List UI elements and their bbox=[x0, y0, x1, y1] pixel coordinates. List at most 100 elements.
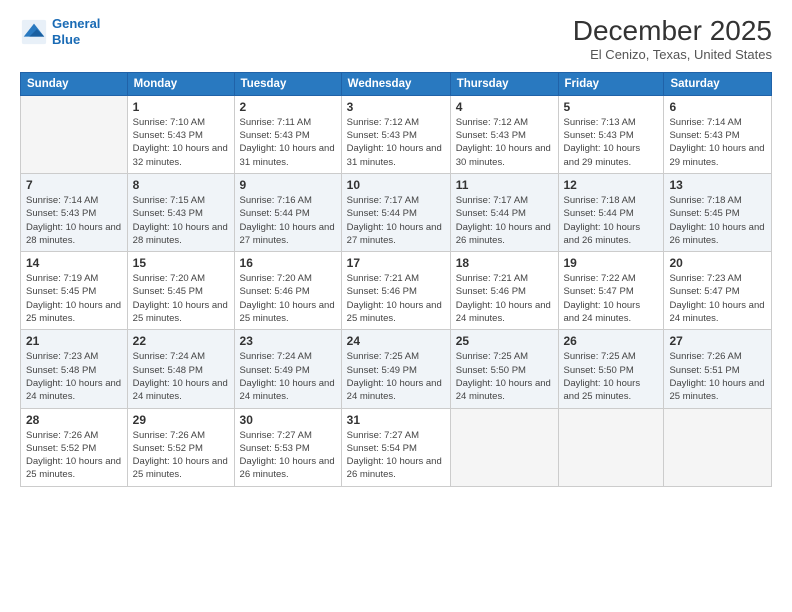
col-header-monday: Monday bbox=[127, 72, 234, 95]
day-info: Sunrise: 7:26 AMSunset: 5:52 PMDaylight:… bbox=[26, 429, 122, 482]
day-number: 25 bbox=[456, 334, 553, 348]
day-number: 1 bbox=[133, 100, 229, 114]
logo-blue-word: Blue bbox=[52, 32, 80, 47]
col-header-friday: Friday bbox=[558, 72, 664, 95]
day-info: Sunrise: 7:15 AMSunset: 5:43 PMDaylight:… bbox=[133, 194, 229, 247]
calendar-cell: 19 Sunrise: 7:22 AMSunset: 5:47 PMDayligh… bbox=[558, 252, 664, 330]
day-number: 7 bbox=[26, 178, 122, 192]
calendar-cell: 22 Sunrise: 7:24 AMSunset: 5:48 PMDayligh… bbox=[127, 330, 234, 408]
header: General Blue December 2025 El Cenizo, Te… bbox=[20, 16, 772, 62]
day-number: 3 bbox=[347, 100, 445, 114]
day-info: Sunrise: 7:22 AMSunset: 5:47 PMDaylight:… bbox=[564, 272, 659, 325]
page: General Blue December 2025 El Cenizo, Te… bbox=[0, 0, 792, 612]
calendar-week-row: 7 Sunrise: 7:14 AMSunset: 5:43 PMDaylight… bbox=[21, 173, 772, 251]
day-number: 5 bbox=[564, 100, 659, 114]
calendar-cell: 28Sunrise: 7:26 AMSunset: 5:52 PMDayligh… bbox=[21, 408, 128, 486]
calendar-week-row: 28Sunrise: 7:26 AMSunset: 5:52 PMDayligh… bbox=[21, 408, 772, 486]
day-number: 19 bbox=[564, 256, 659, 270]
calendar-cell: 8 Sunrise: 7:15 AMSunset: 5:43 PMDaylight… bbox=[127, 173, 234, 251]
day-info: Sunrise: 7:26 AMSunset: 5:52 PMDaylight:… bbox=[133, 429, 229, 482]
day-number: 10 bbox=[347, 178, 445, 192]
day-info: Sunrise: 7:11 AMSunset: 5:43 PMDaylight:… bbox=[240, 116, 336, 169]
day-info: Sunrise: 7:24 AMSunset: 5:49 PMDaylight:… bbox=[240, 350, 336, 403]
col-header-tuesday: Tuesday bbox=[234, 72, 341, 95]
calendar-header-row: SundayMondayTuesdayWednesdayThursdayFrid… bbox=[21, 72, 772, 95]
location-subtitle: El Cenizo, Texas, United States bbox=[573, 47, 772, 62]
day-info: Sunrise: 7:23 AMSunset: 5:47 PMDaylight:… bbox=[669, 272, 766, 325]
day-number: 21 bbox=[26, 334, 122, 348]
day-info: Sunrise: 7:14 AMSunset: 5:43 PMDaylight:… bbox=[669, 116, 766, 169]
day-number: 24 bbox=[347, 334, 445, 348]
day-number: 16 bbox=[240, 256, 336, 270]
calendar-cell: 10Sunrise: 7:17 AMSunset: 5:44 PMDayligh… bbox=[341, 173, 450, 251]
day-info: Sunrise: 7:17 AMSunset: 5:44 PMDaylight:… bbox=[456, 194, 553, 247]
calendar-cell: 27 Sunrise: 7:26 AMSunset: 5:51 PMDayligh… bbox=[664, 330, 772, 408]
day-info: Sunrise: 7:12 AMSunset: 5:43 PMDaylight:… bbox=[347, 116, 445, 169]
day-info: Sunrise: 7:13 AMSunset: 5:43 PMDaylight:… bbox=[564, 116, 659, 169]
day-number: 29 bbox=[133, 413, 229, 427]
day-number: 6 bbox=[669, 100, 766, 114]
calendar-cell: 26Sunrise: 7:25 AMSunset: 5:50 PMDayligh… bbox=[558, 330, 664, 408]
day-number: 4 bbox=[456, 100, 553, 114]
calendar-cell bbox=[450, 408, 558, 486]
calendar-cell bbox=[21, 95, 128, 173]
day-number: 30 bbox=[240, 413, 336, 427]
day-number: 20 bbox=[669, 256, 766, 270]
day-number: 31 bbox=[347, 413, 445, 427]
day-number: 8 bbox=[133, 178, 229, 192]
day-number: 13 bbox=[669, 178, 766, 192]
day-info: Sunrise: 7:27 AMSunset: 5:54 PMDaylight:… bbox=[347, 429, 445, 482]
month-title: December 2025 bbox=[573, 16, 772, 47]
day-number: 27 bbox=[669, 334, 766, 348]
day-number: 14 bbox=[26, 256, 122, 270]
col-header-saturday: Saturday bbox=[664, 72, 772, 95]
calendar-cell: 12Sunrise: 7:18 AMSunset: 5:44 PMDayligh… bbox=[558, 173, 664, 251]
calendar-cell: 6 Sunrise: 7:14 AMSunset: 5:43 PMDaylight… bbox=[664, 95, 772, 173]
day-number: 9 bbox=[240, 178, 336, 192]
logo-text: General Blue bbox=[52, 16, 100, 47]
day-info: Sunrise: 7:10 AMSunset: 5:43 PMDaylight:… bbox=[133, 116, 229, 169]
calendar-cell: 23 Sunrise: 7:24 AMSunset: 5:49 PMDayligh… bbox=[234, 330, 341, 408]
col-header-thursday: Thursday bbox=[450, 72, 558, 95]
day-info: Sunrise: 7:20 AMSunset: 5:45 PMDaylight:… bbox=[133, 272, 229, 325]
col-header-sunday: Sunday bbox=[21, 72, 128, 95]
calendar-cell: 16 Sunrise: 7:20 AMSunset: 5:46 PMDayligh… bbox=[234, 252, 341, 330]
day-number: 22 bbox=[133, 334, 229, 348]
day-number: 11 bbox=[456, 178, 553, 192]
day-info: Sunrise: 7:18 AMSunset: 5:45 PMDaylight:… bbox=[669, 194, 766, 247]
day-info: Sunrise: 7:18 AMSunset: 5:44 PMDaylight:… bbox=[564, 194, 659, 247]
day-info: Sunrise: 7:12 AMSunset: 5:43 PMDaylight:… bbox=[456, 116, 553, 169]
day-number: 18 bbox=[456, 256, 553, 270]
day-number: 17 bbox=[347, 256, 445, 270]
day-info: Sunrise: 7:20 AMSunset: 5:46 PMDaylight:… bbox=[240, 272, 336, 325]
calendar-cell: 15 Sunrise: 7:20 AMSunset: 5:45 PMDayligh… bbox=[127, 252, 234, 330]
day-info: Sunrise: 7:16 AMSunset: 5:44 PMDaylight:… bbox=[240, 194, 336, 247]
day-number: 23 bbox=[240, 334, 336, 348]
calendar-cell bbox=[558, 408, 664, 486]
calendar-table: SundayMondayTuesdayWednesdayThursdayFrid… bbox=[20, 72, 772, 487]
day-info: Sunrise: 7:23 AMSunset: 5:48 PMDaylight:… bbox=[26, 350, 122, 403]
day-info: Sunrise: 7:24 AMSunset: 5:48 PMDaylight:… bbox=[133, 350, 229, 403]
calendar-cell: 9 Sunrise: 7:16 AMSunset: 5:44 PMDaylight… bbox=[234, 173, 341, 251]
logo-icon bbox=[20, 18, 48, 46]
calendar-cell: 1 Sunrise: 7:10 AMSunset: 5:43 PMDaylight… bbox=[127, 95, 234, 173]
calendar-cell: 24 Sunrise: 7:25 AMSunset: 5:49 PMDayligh… bbox=[341, 330, 450, 408]
calendar-week-row: 1 Sunrise: 7:10 AMSunset: 5:43 PMDaylight… bbox=[21, 95, 772, 173]
day-number: 2 bbox=[240, 100, 336, 114]
calendar-cell: 5 Sunrise: 7:13 AMSunset: 5:43 PMDaylight… bbox=[558, 95, 664, 173]
day-info: Sunrise: 7:25 AMSunset: 5:50 PMDaylight:… bbox=[456, 350, 553, 403]
day-number: 15 bbox=[133, 256, 229, 270]
calendar-cell: 11 Sunrise: 7:17 AMSunset: 5:44 PMDayligh… bbox=[450, 173, 558, 251]
day-info: Sunrise: 7:25 AMSunset: 5:49 PMDaylight:… bbox=[347, 350, 445, 403]
calendar-cell: 30Sunrise: 7:27 AMSunset: 5:53 PMDayligh… bbox=[234, 408, 341, 486]
title-block: December 2025 El Cenizo, Texas, United S… bbox=[573, 16, 772, 62]
calendar-cell: 25 Sunrise: 7:25 AMSunset: 5:50 PMDayligh… bbox=[450, 330, 558, 408]
calendar-cell: 21 Sunrise: 7:23 AMSunset: 5:48 PMDayligh… bbox=[21, 330, 128, 408]
calendar-cell: 4 Sunrise: 7:12 AMSunset: 5:43 PMDaylight… bbox=[450, 95, 558, 173]
day-info: Sunrise: 7:19 AMSunset: 5:45 PMDaylight:… bbox=[26, 272, 122, 325]
day-info: Sunrise: 7:25 AMSunset: 5:50 PMDaylight:… bbox=[564, 350, 659, 403]
day-info: Sunrise: 7:21 AMSunset: 5:46 PMDaylight:… bbox=[347, 272, 445, 325]
day-info: Sunrise: 7:26 AMSunset: 5:51 PMDaylight:… bbox=[669, 350, 766, 403]
calendar-cell: 3 Sunrise: 7:12 AMSunset: 5:43 PMDaylight… bbox=[341, 95, 450, 173]
day-info: Sunrise: 7:14 AMSunset: 5:43 PMDaylight:… bbox=[26, 194, 122, 247]
